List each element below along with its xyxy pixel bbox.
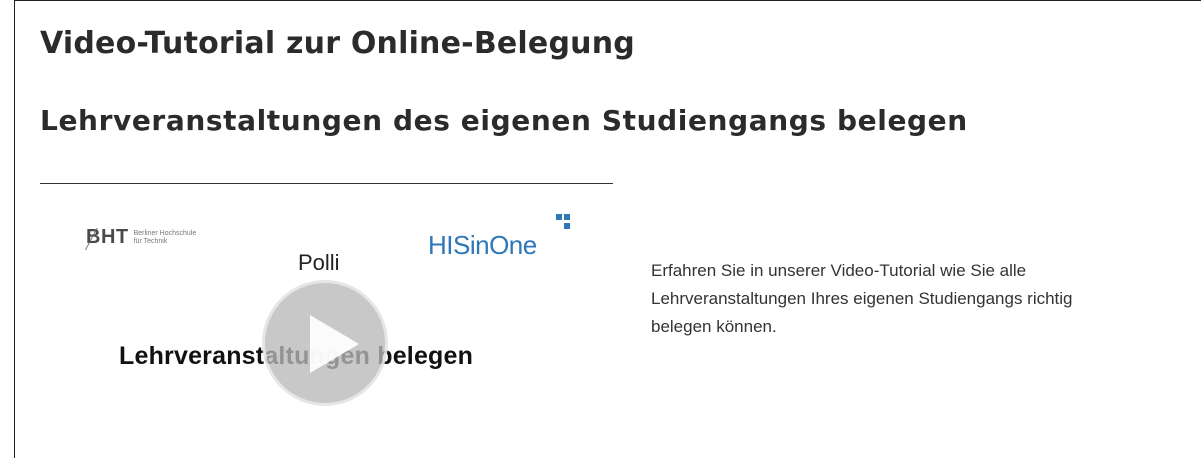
description-line-2: Lehrveranstaltungen Ihres eigenen Studie…	[651, 289, 1073, 308]
description-line-3: belegen können.	[651, 317, 777, 336]
video-description: Erfahren Sie in unserer Video-Tutorial w…	[651, 257, 1201, 341]
divider	[40, 183, 613, 184]
bht-logo-text: BHT	[85, 226, 129, 250]
video-player[interactable]: BHT Berliner Hochschule für Technik Poll…	[40, 192, 613, 452]
section-title: Lehrveranstaltungen des eigenen Studieng…	[40, 104, 968, 137]
play-icon	[310, 315, 359, 373]
play-button[interactable]	[262, 280, 388, 406]
hisinone-logo-dots	[556, 214, 578, 236]
app-name: Polli	[298, 250, 340, 275]
description-line-1: Erfahren Sie in unserer Video-Tutorial w…	[651, 261, 1027, 280]
hisinone-logo: HISinOne	[428, 230, 537, 260]
bht-logo-subtitle: Berliner Hochschule für Technik	[133, 229, 197, 245]
page-title: Video-Tutorial zur Online-Belegung	[40, 26, 635, 61]
bht-logo: BHT Berliner Hochschule für Technik	[85, 226, 197, 250]
